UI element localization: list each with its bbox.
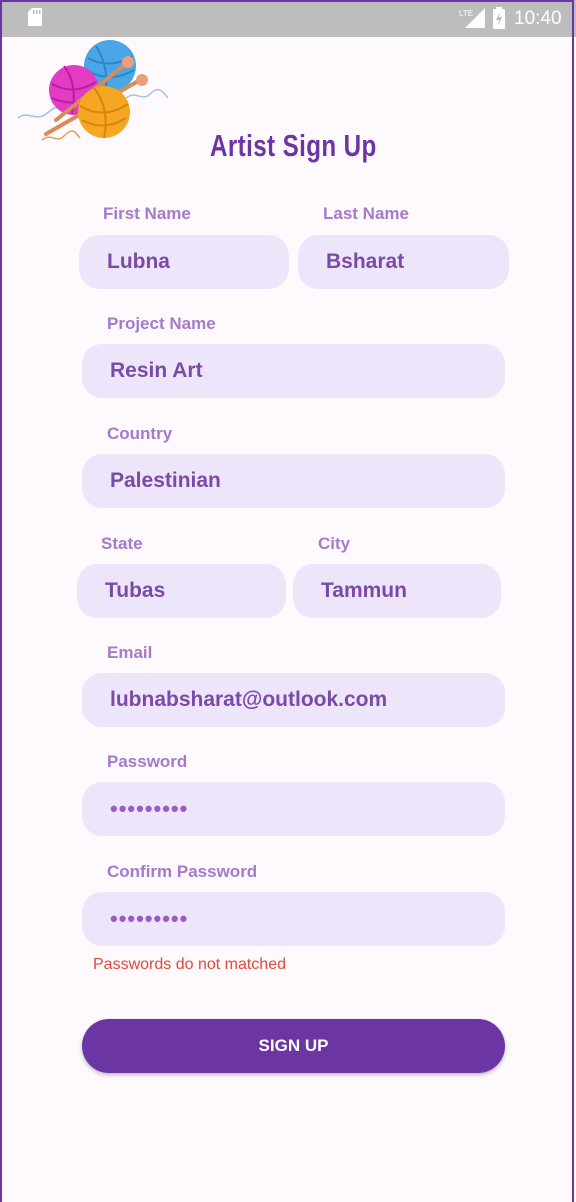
lte-label: LTE: [459, 9, 473, 18]
country-label: Country: [107, 424, 173, 443]
state-field[interactable]: Tubas: [77, 564, 286, 618]
lte-signal-icon: LTE: [459, 8, 485, 28]
country-field[interactable]: Palestinian: [82, 454, 505, 508]
first-name-field[interactable]: Lubna: [79, 235, 289, 289]
status-bar: LTE 10:40: [0, 0, 576, 37]
project-name-field[interactable]: Resin Art: [82, 344, 505, 398]
password-mismatch-error: Passwords do not matched: [93, 956, 286, 973]
sd-card-icon: [28, 8, 42, 26]
confirm-password-field[interactable]: •••••••••: [82, 892, 505, 946]
city-field[interactable]: Tammun: [293, 564, 501, 618]
state-label: State: [101, 534, 143, 553]
city-label: City: [318, 534, 351, 553]
last-name-field[interactable]: Bsharat: [298, 235, 509, 289]
email-label: Email: [107, 643, 153, 662]
first-name-label: First Name: [103, 204, 191, 223]
project-name-label: Project Name: [107, 314, 216, 333]
password-field[interactable]: •••••••••: [82, 782, 505, 836]
password-label: Password: [107, 752, 188, 771]
confirm-password-label: Confirm Password: [107, 862, 258, 881]
email-field[interactable]: lubnabsharat@outlook.com: [82, 673, 505, 727]
status-time: 10:40: [514, 8, 562, 29]
battery-charging-icon: [493, 7, 505, 29]
yarn-logo: [17, 40, 169, 141]
last-name-label: Last Name: [323, 204, 409, 223]
sign-up-button[interactable]: SIGN UP: [82, 1019, 505, 1073]
page-title: Artist Sign Up: [210, 128, 377, 163]
